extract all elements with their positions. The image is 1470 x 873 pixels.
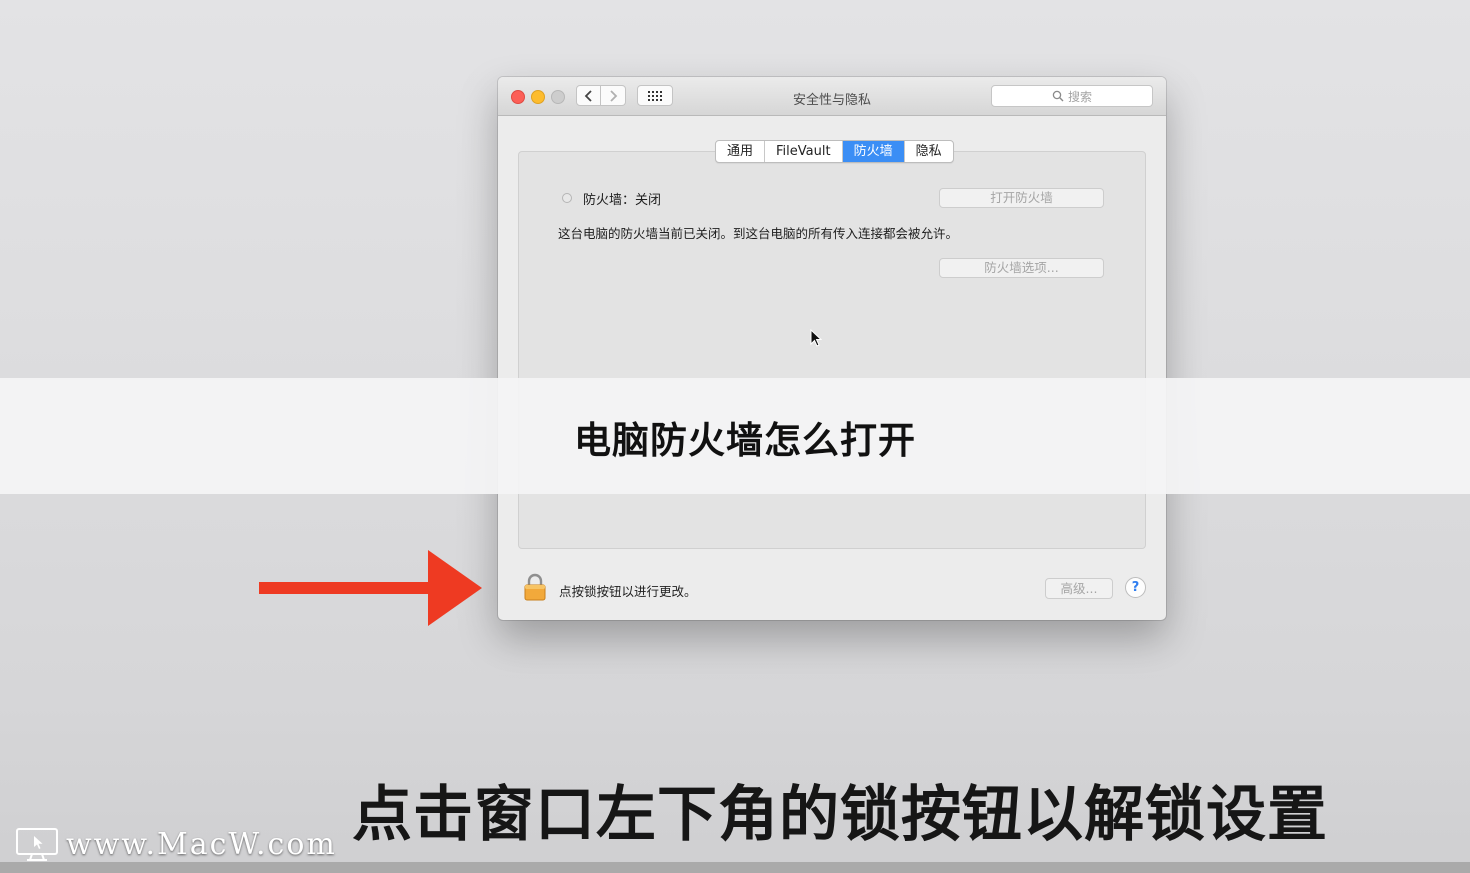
help-button[interactable]: ? xyxy=(1125,577,1146,598)
arrow-icon xyxy=(259,550,482,626)
search-icon xyxy=(1052,90,1064,102)
search-input[interactable]: 搜索 xyxy=(991,85,1153,107)
preferences-window: 安全性与隐私 搜索 通用 FileVault 防火墙 隐私 防火墙：关闭 这台电… xyxy=(498,77,1166,620)
monitor-icon xyxy=(16,828,58,861)
tab-general[interactable]: 通用 xyxy=(716,141,766,162)
tab-privacy[interactable]: 隐私 xyxy=(905,141,953,162)
firewall-status-indicator xyxy=(562,193,572,203)
watermark: www.MacW.com xyxy=(14,826,337,862)
tab-firewall[interactable]: 防火墙 xyxy=(842,141,905,162)
firewall-description: 这台电脑的防火墙当前已关闭。到这台电脑的所有传入连接都会被允许。 xyxy=(558,226,959,241)
lock-hint: 点按锁按钮以进行更改。 xyxy=(559,584,697,599)
search-placeholder: 搜索 xyxy=(1067,89,1092,104)
firewall-status: 防火墙：关闭 xyxy=(583,193,662,208)
watermark-text: www.MacW.com xyxy=(66,826,337,862)
lock-icon[interactable] xyxy=(523,573,547,601)
subtitle-caption: 点击窗口左下角的锁按钮以解锁设置 xyxy=(352,780,1328,850)
turn-on-firewall-button[interactable]: 打开防火墙 xyxy=(939,188,1104,208)
help-icon: ? xyxy=(1131,580,1140,595)
advanced-button[interactable]: 高级... xyxy=(1045,578,1113,599)
tab-filevault[interactable]: FileVault xyxy=(765,141,843,162)
titlebar: 安全性与隐私 搜索 xyxy=(498,77,1166,116)
tab-bar: 通用 FileVault 防火墙 隐私 xyxy=(715,140,954,163)
firewall-options-button[interactable]: 防火墙选项... xyxy=(939,258,1104,278)
bottom-strip xyxy=(0,862,1470,873)
cursor-icon xyxy=(810,329,822,347)
banner-title: 电脑防火墙怎么打开 xyxy=(574,419,916,462)
